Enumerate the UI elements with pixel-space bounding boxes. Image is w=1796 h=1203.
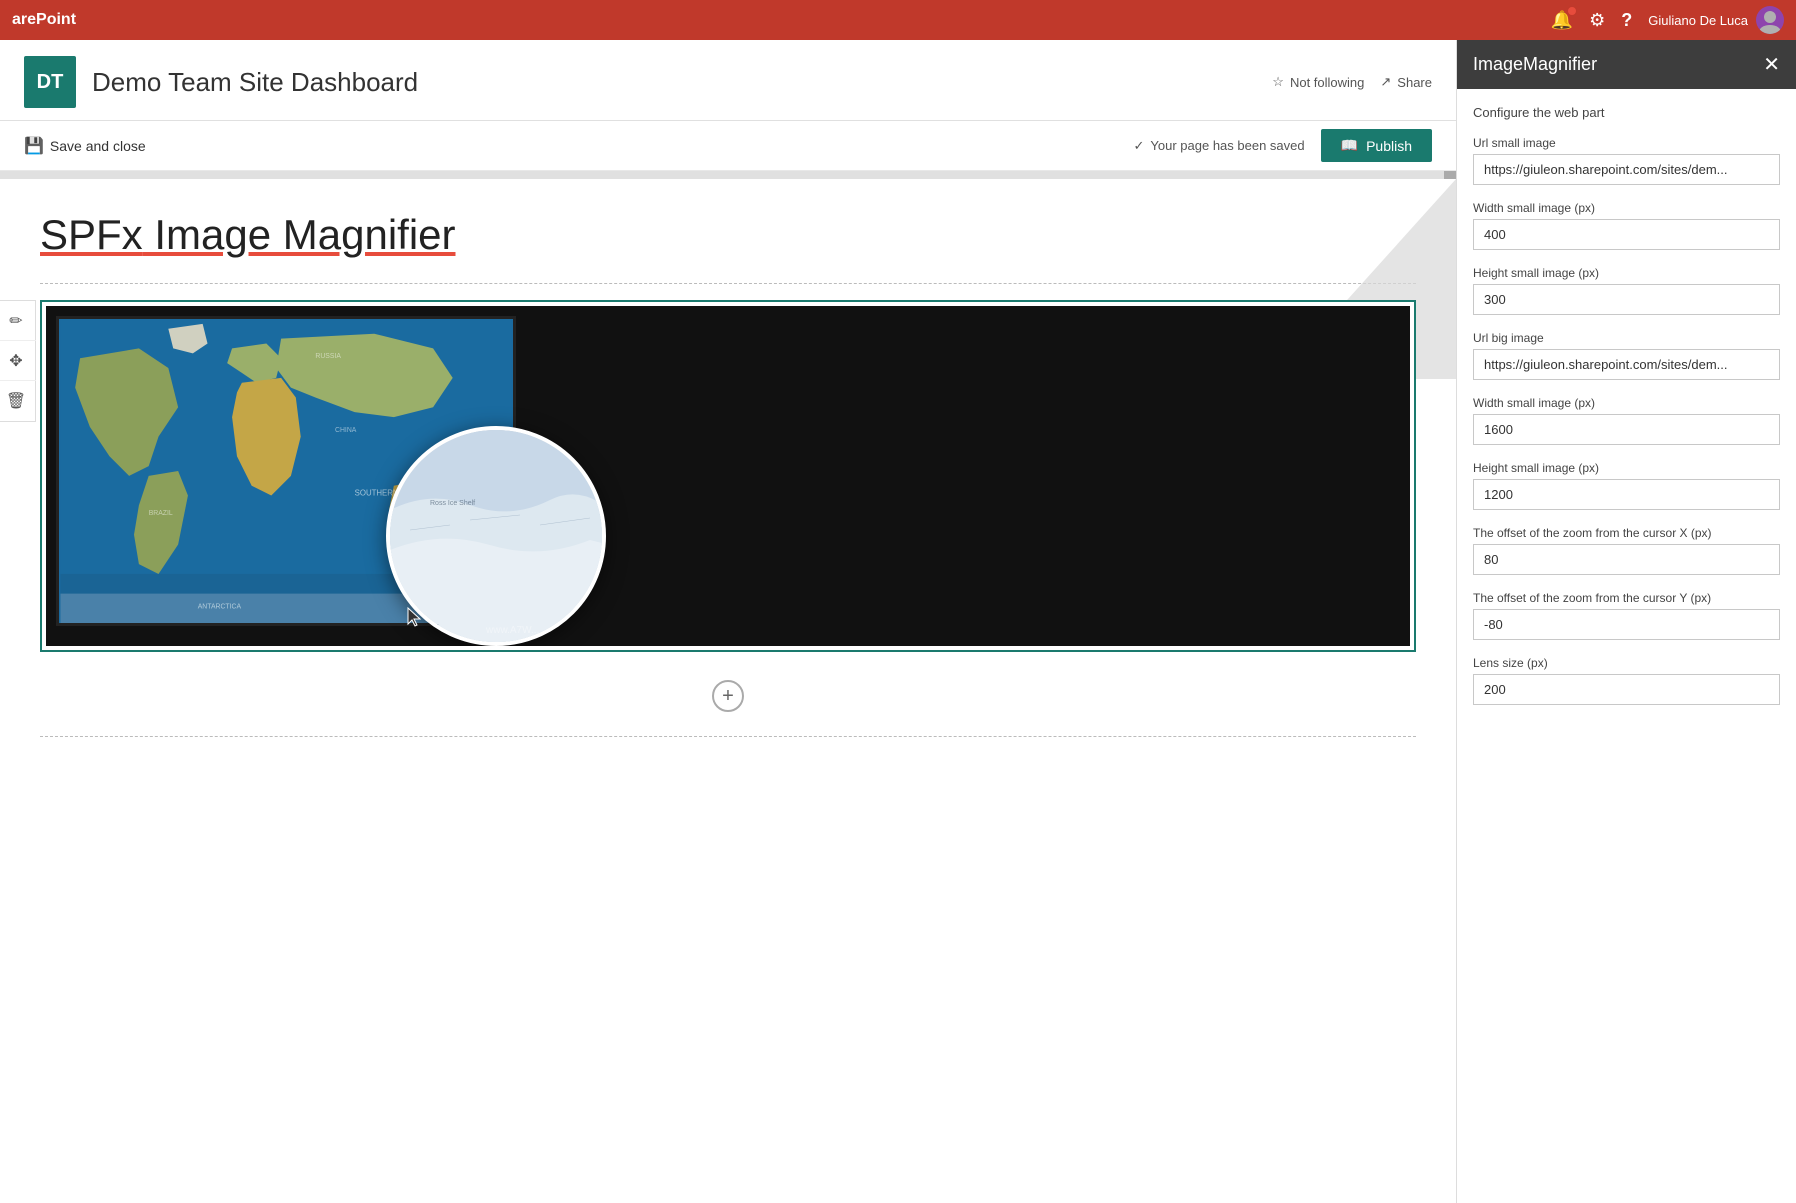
webpart-wrapper: SOUTHERN OCEA BRAZIL RUSSIA CHINA ANTARC…: [40, 300, 1416, 652]
image-magnifier-display[interactable]: SOUTHERN OCEA BRAZIL RUSSIA CHINA ANTARC…: [46, 306, 1410, 646]
svg-text:RUSSIA: RUSSIA: [315, 353, 341, 360]
form-group-url-big: Url big image: [1473, 331, 1780, 380]
page-title-row: DT Demo Team Site Dashboard ☆ Not follow…: [24, 56, 1432, 108]
topbar-left: arePoint: [12, 11, 76, 29]
share-button[interactable]: ↗ Share: [1380, 74, 1432, 90]
heading-spfx: SPFx: [40, 211, 143, 258]
top-navigation-bar: arePoint 🔔 ⚙ ? Giuliano De Luca: [0, 0, 1796, 40]
user-avatar: [1756, 6, 1784, 34]
label-width-small: Width small image (px): [1473, 201, 1780, 215]
input-height-small-image[interactable]: [1473, 284, 1780, 315]
panel-header: ImageMagnifier ✕: [1457, 40, 1796, 89]
panel-body: Configure the web part Url small image W…: [1457, 89, 1796, 1203]
move-tool-button[interactable]: ✥: [0, 341, 36, 381]
input-lens-size[interactable]: [1473, 674, 1780, 705]
notification-icon[interactable]: 🔔: [1551, 10, 1573, 31]
scroll-handle[interactable]: [1444, 171, 1456, 179]
label-lens-size: Lens size (px): [1473, 656, 1780, 670]
saved-status: ✓ Your page has been saved: [1134, 138, 1305, 154]
topbar-right: 🔔 ⚙ ? Giuliano De Luca: [1551, 6, 1784, 34]
app-title: arePoint: [12, 11, 76, 29]
edit-tool-button[interactable]: ✏: [0, 301, 36, 341]
panel-close-button[interactable]: ✕: [1763, 55, 1780, 75]
panel-subtitle: Configure the web part: [1473, 105, 1780, 120]
form-group-offset-x: The offset of the zoom from the cursor X…: [1473, 526, 1780, 575]
star-icon: ☆: [1272, 74, 1284, 90]
share-icon: ↗: [1380, 74, 1391, 90]
site-icon: DT: [24, 56, 76, 108]
panel-title: ImageMagnifier: [1473, 54, 1597, 75]
save-icon: 💾: [24, 136, 44, 156]
check-icon: ✓: [1134, 138, 1145, 154]
input-offset-x[interactable]: [1473, 544, 1780, 575]
save-close-button[interactable]: 💾 Save and close: [24, 136, 146, 156]
user-name: Giuliano De Luca: [1648, 13, 1748, 28]
notification-badge: [1567, 6, 1577, 16]
form-group-width-small: Width small image (px): [1473, 201, 1780, 250]
add-section: +: [40, 668, 1416, 724]
label-url-big: Url big image: [1473, 331, 1780, 345]
form-group-offset-y: The offset of the zoom from the cursor Y…: [1473, 591, 1780, 640]
help-icon[interactable]: ?: [1621, 10, 1632, 31]
label-offset-y: The offset of the zoom from the cursor Y…: [1473, 591, 1780, 605]
svg-text:BRAZIL: BRAZIL: [149, 510, 173, 517]
page-header: DT Demo Team Site Dashboard ☆ Not follow…: [0, 40, 1456, 121]
webpart-container: ✏ ✥ 🗑: [40, 300, 1416, 652]
form-group-width-big: Width small image (px): [1473, 396, 1780, 445]
main-layout: DT Demo Team Site Dashboard ☆ Not follow…: [0, 40, 1796, 1203]
label-url-small: Url small image: [1473, 136, 1780, 150]
right-panel: ImageMagnifier ✕ Configure the web part …: [1456, 40, 1796, 1203]
delete-tool-button[interactable]: 🗑: [0, 381, 36, 421]
publish-button[interactable]: 📖 Publish: [1321, 129, 1432, 162]
scroll-indicator: [0, 171, 1456, 179]
label-width-big: Width small image (px): [1473, 396, 1780, 410]
section-divider-bottom: [40, 736, 1416, 737]
input-url-big-image[interactable]: [1473, 349, 1780, 380]
form-group-height-small: Height small image (px): [1473, 266, 1780, 315]
header-actions: ☆ Not following ↗ Share: [1272, 74, 1432, 90]
publish-icon: 📖: [1341, 137, 1358, 154]
input-offset-y[interactable]: [1473, 609, 1780, 640]
content-area: DT Demo Team Site Dashboard ☆ Not follow…: [0, 40, 1456, 1203]
page-content: SPFx Image Magnifier ✏ ✥ 🗑: [0, 179, 1456, 1203]
settings-icon[interactable]: ⚙: [1589, 10, 1605, 31]
form-group-height-big: Height small image (px): [1473, 461, 1780, 510]
webpart-toolbar: ✏ ✥ 🗑: [0, 300, 36, 422]
input-height-big-image[interactable]: [1473, 479, 1780, 510]
svg-text:CHINA: CHINA: [335, 427, 357, 434]
label-offset-x: The offset of the zoom from the cursor X…: [1473, 526, 1780, 540]
heading-suffix: Image Magnifier: [143, 211, 456, 258]
add-section-button[interactable]: +: [712, 680, 744, 712]
form-group-url-small: Url small image: [1473, 136, 1780, 185]
page-heading: SPFx Image Magnifier: [40, 211, 1416, 259]
page-title: Demo Team Site Dashboard: [92, 67, 418, 98]
follow-button[interactable]: ☆ Not following: [1272, 74, 1364, 90]
edit-bar: 💾 Save and close ✓ Your page has been sa…: [0, 121, 1456, 171]
input-width-big-image[interactable]: [1473, 414, 1780, 445]
form-group-lens-size: Lens size (px): [1473, 656, 1780, 705]
section-divider-top: [40, 283, 1416, 284]
watermark: www.A7W...: [486, 625, 539, 636]
label-height-small: Height small image (px): [1473, 266, 1780, 280]
user-info[interactable]: Giuliano De Luca: [1648, 6, 1784, 34]
label-height-big: Height small image (px): [1473, 461, 1780, 475]
input-width-small-image[interactable]: [1473, 219, 1780, 250]
svg-text:ANTARCTICA: ANTARCTICA: [198, 603, 242, 610]
cursor-position: [406, 606, 426, 635]
input-url-small-image[interactable]: [1473, 154, 1780, 185]
svg-text:Ross Ice Shelf: Ross Ice Shelf: [430, 500, 475, 507]
